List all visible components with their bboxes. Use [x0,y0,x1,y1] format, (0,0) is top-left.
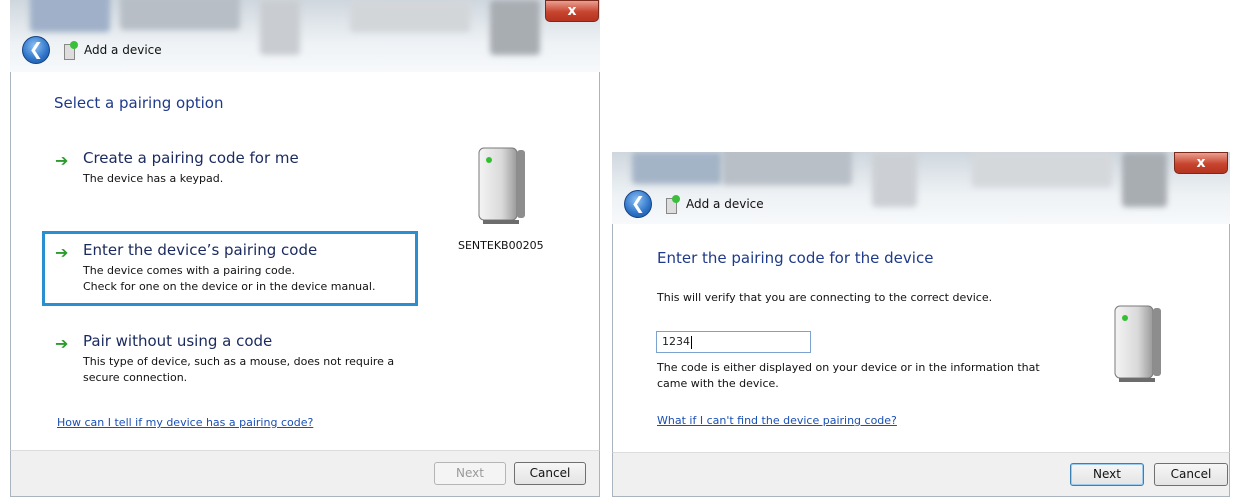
close-button[interactable]: x [1174,152,1228,174]
option-description: The device comes with a pairing code. Ch… [83,263,375,295]
window-title: Add a device [84,43,162,57]
green-arrow-icon: ➔ [55,243,69,262]
device-name-label: SENTEKB00205 [458,239,544,252]
green-arrow-icon: ➔ [55,151,69,170]
option-title: Enter the device’s pairing code [83,241,318,259]
hint-line: came with the device. [657,377,779,390]
page-heading: Enter the pairing code for the device [657,249,934,267]
window-title: Add a device [686,197,764,211]
right-footer-bar: Next Cancel [612,452,1230,497]
option-enter-pairing-code[interactable]: ➔ Enter the device’s pairing code The de… [55,241,415,301]
option-create-pairing-code[interactable]: ➔ Create a pairing code for me The devic… [55,149,415,199]
next-button[interactable]: Next [434,462,506,485]
option-title: Create a pairing code for me [83,149,299,167]
back-arrow-icon[interactable]: ❮ [22,36,50,64]
page-heading: Select a pairing option [54,94,224,112]
left-add-device-window: x ❮ Add a device Select a pairing option… [10,0,600,497]
cancel-button[interactable]: Cancel [1154,463,1228,486]
left-titlebar: ❮ Add a device [10,32,162,68]
device-tower-icon [1107,300,1167,385]
device-add-icon [664,195,680,214]
left-content-pane: Select a pairing option ➔ Create a pairi… [10,72,600,450]
right-titlebar: ❮ Add a device [612,186,764,222]
right-content-pane: Enter the pairing code for the device Th… [612,224,1230,452]
right-add-device-window: x ❮ Add a device Enter the pairing code … [612,152,1230,497]
option-description: The device has a keypad. [83,172,224,185]
right-window-chrome: x ❮ Add a device [612,152,1230,224]
option-title: Pair without using a code [83,332,273,350]
help-link[interactable]: How can I tell if my device has a pairin… [57,416,313,429]
option-description: This type of device, such as a mouse, do… [83,354,394,386]
intro-text: This will verify that you are connecting… [657,291,993,304]
cancel-button[interactable]: Cancel [514,462,586,485]
green-arrow-icon: ➔ [55,334,69,353]
option-pair-without-code[interactable]: ➔ Pair without using a code This type of… [55,332,415,392]
help-link[interactable]: What if I can't find the device pairing … [657,414,897,427]
left-footer-bar: Next Cancel [10,450,600,497]
device-add-icon [62,41,78,60]
pairing-code-value: 1234 [662,335,690,348]
back-arrow-icon[interactable]: ❮ [624,190,652,218]
device-tower-icon [471,142,531,227]
option-description-line: The device comes with a pairing code. [83,264,295,277]
hint-line: The code is either displayed on your dev… [657,361,1040,374]
pairing-code-input[interactable]: 1234 [656,331,811,353]
hint-text: The code is either displayed on your dev… [657,360,1040,392]
option-description-line: This type of device, such as a mouse, do… [83,355,395,368]
option-description-line: Check for one on the device or in the de… [83,280,376,293]
next-button[interactable]: Next [1070,463,1144,486]
option-description-line: secure connection. [83,371,188,384]
left-window-chrome: x ❮ Add a device [10,0,600,72]
close-button[interactable]: x [545,0,599,22]
